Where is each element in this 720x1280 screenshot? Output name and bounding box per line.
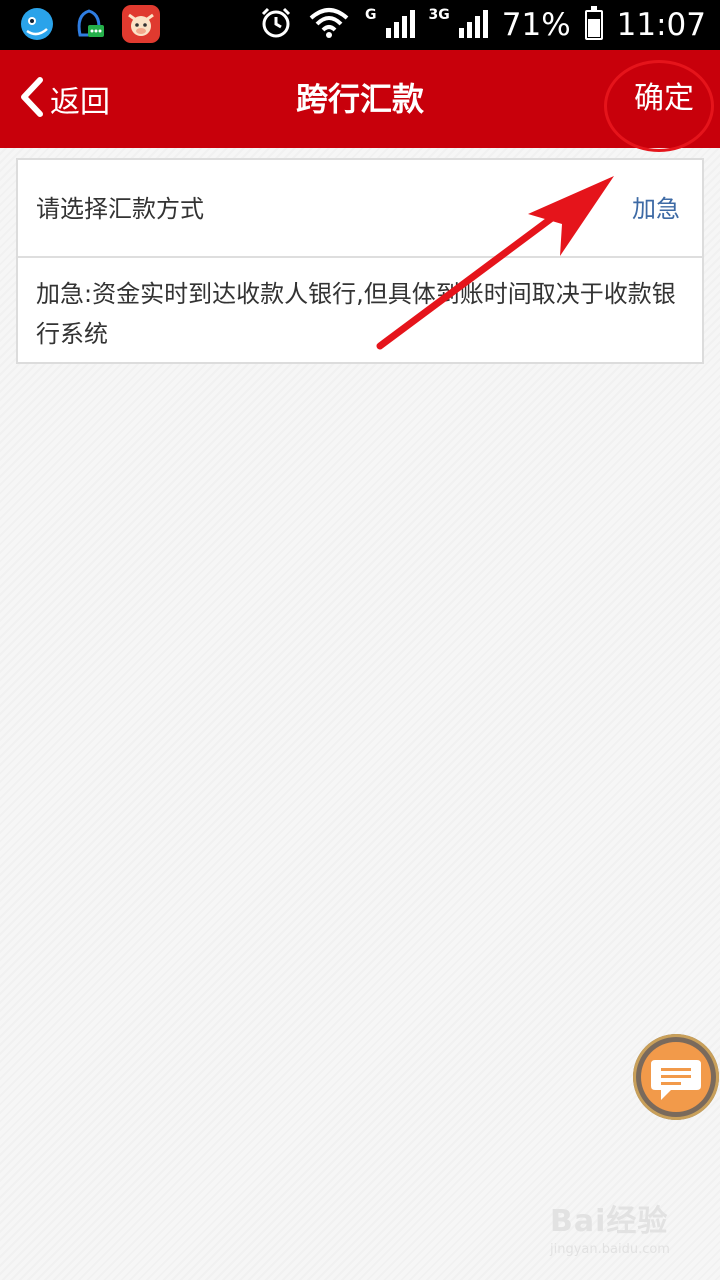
floating-chat-button[interactable] <box>633 1034 719 1120</box>
network-label-3g: 3G <box>428 7 450 23</box>
clock: 11:07 <box>616 7 706 43</box>
battery-icon <box>584 6 603 40</box>
chat-icon <box>641 1042 711 1112</box>
system-indicators: G 3G 71% 11:07 <box>259 0 706 50</box>
signal-icon <box>385 8 415 42</box>
remit-method-label: 请选择汇款方式 <box>36 195 204 223</box>
network-label-g: G <box>365 7 377 23</box>
qq-browser-icon <box>18 5 56 43</box>
remit-method-description: 加急:资金实时到达收款人银行,但具体到账时间取决于收款银行系统 <box>36 280 676 348</box>
battery-fill <box>587 18 600 37</box>
back-button[interactable]: 返回 <box>18 50 110 148</box>
remit-method-card: 请选择汇款方式 加急 加急:资金实时到达收款人银行,但具体到账时间取决于收款银行… <box>16 158 704 364</box>
watermark-main: Bai经验 <box>550 1204 669 1239</box>
signal-icon-2 <box>458 8 488 42</box>
remit-method-value[interactable]: 加急 <box>632 160 680 258</box>
back-label: 返回 <box>50 85 110 120</box>
battery-percent: 71% <box>501 7 571 43</box>
stock-app-icon <box>122 5 160 43</box>
remit-method-row[interactable]: 请选择汇款方式 加急 <box>18 160 702 258</box>
wifi-icon <box>307 6 351 44</box>
watermark-sub: jingyan.baidu.com <box>550 1242 670 1257</box>
qq-message-icon <box>70 5 108 43</box>
notification-icons <box>18 5 160 43</box>
baidu-watermark: Bai经验 jingyan.baidu.com <box>550 1196 670 1257</box>
alarm-icon <box>259 6 293 44</box>
chevron-left-icon <box>18 76 44 122</box>
status-bar: G 3G 71% 11:07 <box>0 0 720 50</box>
annotation-circle <box>604 60 714 152</box>
